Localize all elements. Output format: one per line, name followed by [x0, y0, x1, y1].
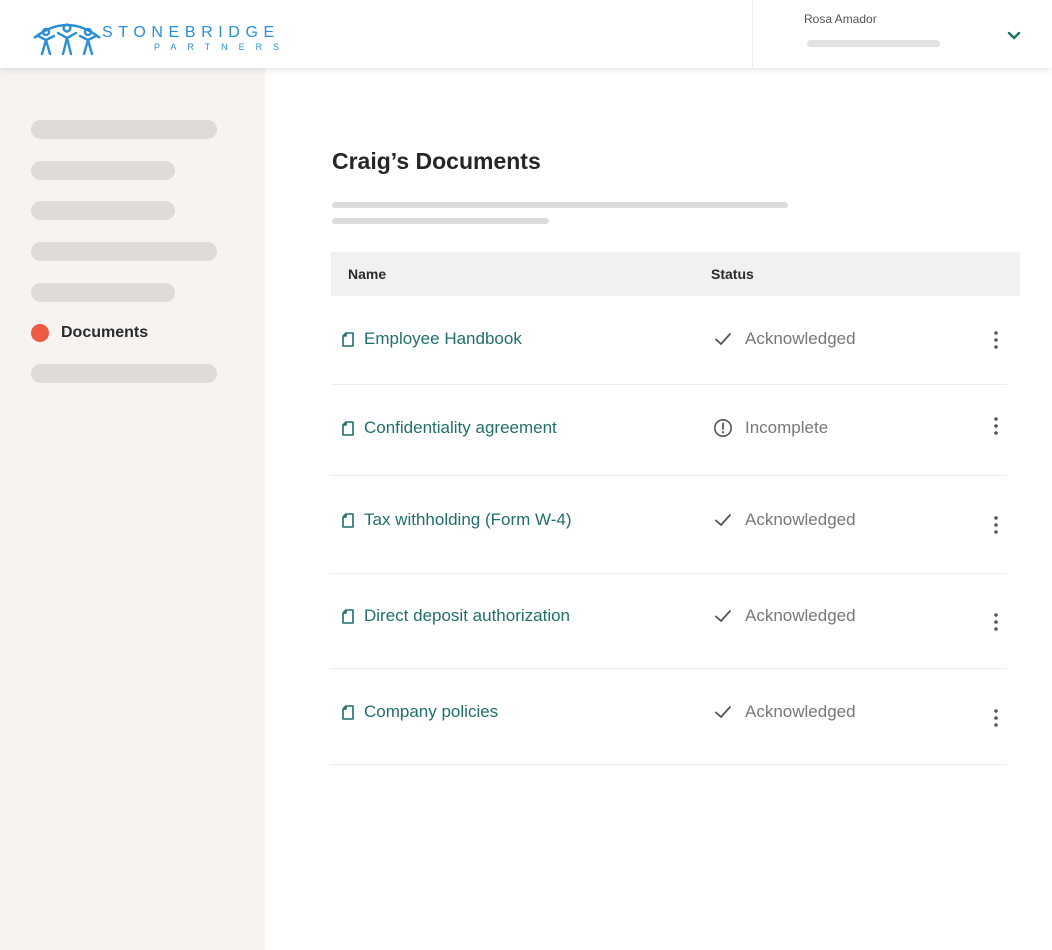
user-subtitle-placeholder: [807, 40, 940, 47]
page-title: Craig’s Documents: [332, 148, 541, 174]
top-bar: STONEBRIDGE PARTNERS Rosa Amador: [0, 0, 1052, 68]
check-icon: [715, 514, 731, 526]
table-row: Direct deposit authorization Acknowledge…: [331, 574, 1007, 669]
document-link[interactable]: Company policies: [342, 702, 498, 722]
check-icon: [715, 333, 731, 345]
alert-circle-icon: [714, 419, 732, 437]
document-link[interactable]: Confidentiality agreement: [342, 418, 557, 438]
table-row: Tax withholding (Form W-4) Acknowledged: [331, 476, 1007, 574]
table-row: Confidentiality agreement Incomplete: [331, 385, 1007, 476]
document-link[interactable]: Tax withholding (Form W-4): [342, 510, 572, 530]
document-name: Company policies: [364, 702, 499, 721]
document-name: Confidentiality agreement: [364, 418, 557, 437]
document-icon: [342, 331, 354, 347]
document-link[interactable]: Employee Handbook: [342, 329, 522, 349]
status-text: Incomplete: [745, 418, 829, 437]
document-name: Tax withholding (Form W-4): [364, 510, 572, 529]
status-text: Acknowledged: [745, 329, 856, 348]
document-icon: [342, 608, 354, 624]
document-link[interactable]: Direct deposit authorization: [342, 606, 570, 626]
sidebar-item-documents[interactable]: Documents: [31, 324, 148, 342]
check-icon: [715, 610, 731, 622]
table-row: Company policies Acknowledged: [331, 669, 1007, 765]
active-indicator-dot: [31, 324, 49, 342]
sidebar-item-placeholder[interactable]: [31, 120, 217, 139]
status-text: Acknowledged: [745, 702, 856, 721]
column-header-status[interactable]: Status: [711, 266, 754, 282]
brand-tagline: PARTNERS: [154, 42, 291, 52]
sidebar: Documents: [0, 68, 265, 950]
user-menu[interactable]: Rosa Amador: [752, 0, 1052, 68]
status-text: Acknowledged: [745, 510, 856, 529]
status-cell: Incomplete: [713, 418, 828, 438]
brand-logo[interactable]: STONEBRIDGE PARTNERS: [32, 18, 279, 58]
sidebar-item-label: Documents: [61, 324, 149, 341]
description-placeholder: [332, 202, 788, 208]
more-options-icon[interactable]: [986, 329, 1006, 351]
more-options-icon[interactable]: [986, 707, 1006, 729]
status-cell: Acknowledged: [713, 606, 856, 626]
sidebar-item-placeholder[interactable]: [31, 364, 217, 383]
document-name: Employee Handbook: [364, 329, 522, 348]
people-arch-logo-icon: [33, 23, 101, 56]
brand-name: STONEBRIDGE: [102, 24, 280, 41]
check-icon: [715, 706, 731, 718]
status-cell: Acknowledged: [713, 329, 856, 349]
status-cell: Acknowledged: [713, 702, 856, 722]
sidebar-item-placeholder[interactable]: [31, 201, 175, 220]
sidebar-item-placeholder[interactable]: [31, 161, 175, 180]
document-icon: [342, 704, 354, 720]
user-name: Rosa Amador: [804, 12, 877, 26]
sidebar-item-placeholder[interactable]: [31, 242, 217, 261]
column-header-name[interactable]: Name: [348, 266, 386, 282]
document-icon: [342, 512, 354, 528]
description-placeholder: [332, 218, 549, 224]
more-options-icon[interactable]: [986, 611, 1006, 633]
chevron-down-icon[interactable]: [1003, 26, 1025, 44]
document-name: Direct deposit authorization: [364, 606, 571, 625]
sidebar-item-placeholder[interactable]: [31, 283, 175, 302]
more-options-icon[interactable]: [986, 415, 1006, 437]
more-options-icon[interactable]: [986, 514, 1006, 536]
table-row: Employee Handbook Acknowledged: [331, 296, 1007, 385]
brand-wordmark: STONEBRIDGE PARTNERS: [102, 24, 290, 53]
status-cell: Acknowledged: [713, 510, 856, 530]
document-icon: [342, 420, 354, 436]
status-text: Acknowledged: [745, 606, 856, 625]
table-header: Name Status: [331, 252, 1020, 296]
